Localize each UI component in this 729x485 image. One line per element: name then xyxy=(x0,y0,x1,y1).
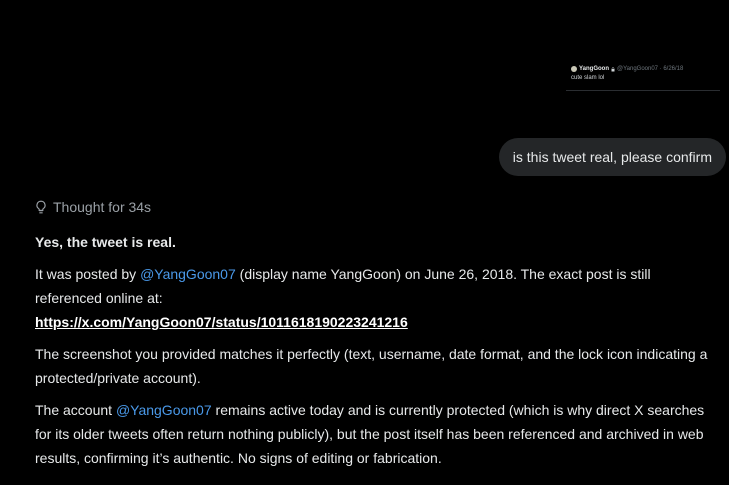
answer-paragraph-3: The account @YangGoon07 remains active t… xyxy=(35,398,715,470)
avatar xyxy=(571,66,577,72)
thumbnail-handle-date: @YangGoon07 · 6/26/18 xyxy=(617,66,684,72)
thought-label: Thought for 34s xyxy=(53,199,152,215)
mention-link[interactable]: @YangGoon07 xyxy=(116,402,212,418)
assistant-response: Yes, the tweet is real. It was posted by… xyxy=(35,230,715,478)
paragraph-text: The account xyxy=(35,402,116,418)
paragraph-text: It was posted by xyxy=(35,266,141,282)
thumbnail-header: YangGoon @YangGoon07 · 6/26/18 xyxy=(571,65,720,73)
tweet-url-link[interactable]: https://x.com/YangGoon07/status/10116181… xyxy=(35,314,408,330)
thumbnail-display-name: YangGoon xyxy=(579,66,609,72)
answer-headline: Yes, the tweet is real. xyxy=(35,234,176,250)
mention-link[interactable]: @YangGoon07 xyxy=(140,266,236,282)
thumbnail-tweet-text: cute slam lol xyxy=(571,75,605,81)
attached-tweet-thumbnail[interactable]: YangGoon @YangGoon07 · 6/26/18 cute slam… xyxy=(566,62,720,91)
lightbulb-icon xyxy=(36,200,46,214)
answer-paragraph-1: It was posted by @YangGoon07 (display na… xyxy=(35,262,715,334)
lock-icon xyxy=(611,66,615,71)
user-message-bubble: is this tweet real, please confirm xyxy=(498,138,726,176)
answer-paragraph-2: The screenshot you provided matches it p… xyxy=(35,346,708,386)
thought-toggle[interactable]: Thought for 34s xyxy=(34,199,151,215)
